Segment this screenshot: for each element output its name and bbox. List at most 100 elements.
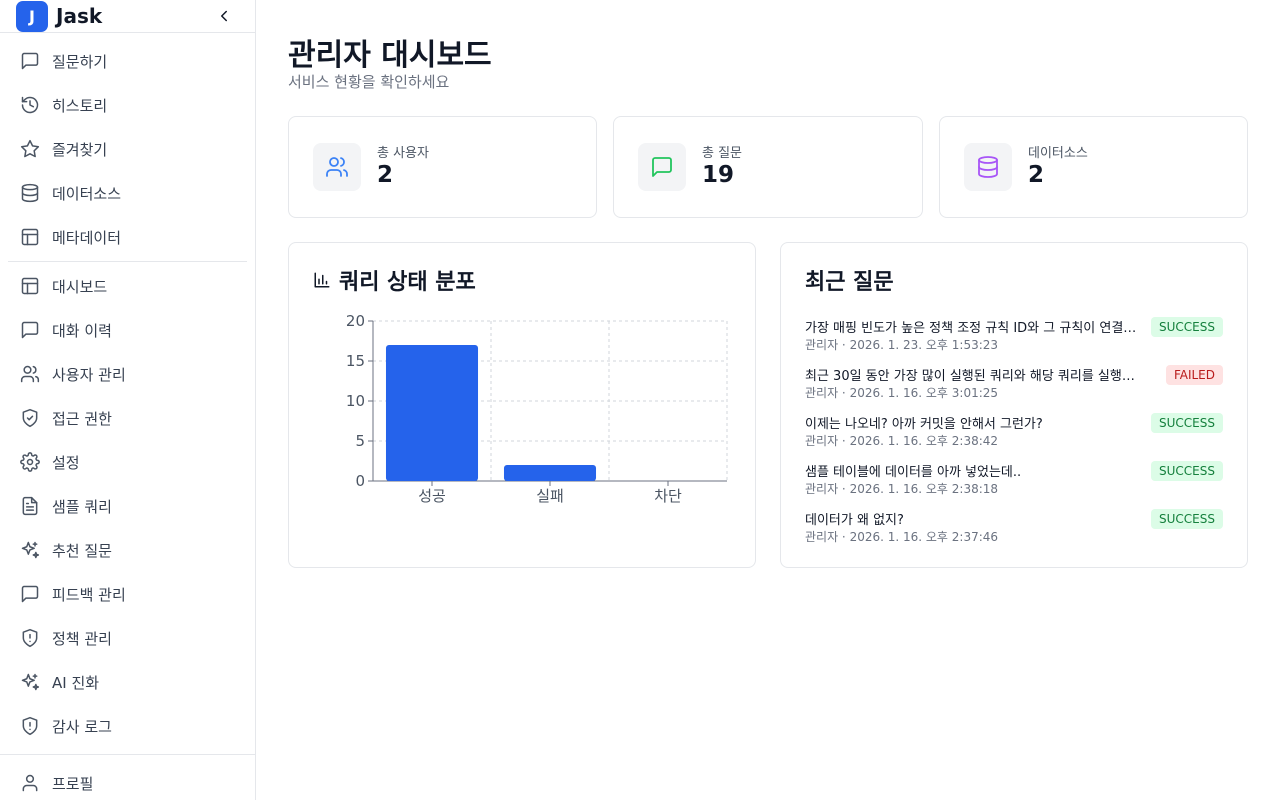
query-status-panel: 쿼리 상태 분포 0 5 10 15 20 성공 실패 차단 — [288, 242, 756, 568]
page-subtitle: 서비스 현황을 확인하세요 — [288, 73, 450, 91]
database-icon — [978, 156, 998, 178]
status-badge: SUCCESS — [1151, 317, 1223, 337]
question-meta: 관리자 · 2026. 1. 16. 오후 3:01:25 — [805, 386, 999, 400]
history-icon — [21, 96, 39, 114]
sparkles-icon — [21, 673, 40, 691]
question-text: 이제는 나오네? 아까 커밋을 안해서 그런가? — [805, 417, 1043, 432]
status-badge: SUCCESS — [1151, 461, 1223, 481]
recent-question-item[interactable]: 가장 매핑 빈도가 높은 정책 조정 규칙 ID와 그 규칙이 연결된 데이터를… — [805, 317, 1223, 357]
bar-chart-icon — [314, 272, 330, 288]
recent-question-item[interactable]: 이제는 나오네? 아까 커밋을 안해서 그런가? 관리자 · 2026. 1. 1… — [805, 413, 1223, 453]
panel-title-text: 쿼리 상태 분포 — [339, 270, 476, 295]
sidebar-item-1-layout[interactable]: 대시보드 — [8, 266, 246, 306]
file-text-icon — [22, 496, 38, 516]
sidebar-divider — [8, 261, 247, 262]
sidebar-item-profile[interactable]: 프로필 — [8, 763, 246, 800]
stat-icon-box — [964, 143, 1012, 191]
sidebar-item-label: 추천 질문 — [52, 541, 112, 560]
app-logo[interactable]: J — [16, 1, 48, 32]
status-badge: SUCCESS — [1151, 413, 1223, 433]
stat-value: 2 — [377, 162, 394, 188]
y-tick-label: 5 — [355, 432, 365, 450]
x-tick-label: 성공 — [418, 487, 446, 505]
y-tick-label: 0 — [355, 472, 365, 490]
stat-card-questions: 총 질문 19 — [613, 116, 923, 218]
database-icon — [21, 183, 39, 203]
recent-questions-panel: 최근 질문 가장 매핑 빈도가 높은 정책 조정 규칙 ID와 그 규칙이 연결… — [780, 242, 1248, 568]
sidebar-item-label: 데이터소스 — [52, 184, 122, 203]
question-meta: 관리자 · 2026. 1. 16. 오후 2:38:42 — [805, 434, 999, 448]
sidebar-item-label: 샘플 쿼리 — [52, 497, 112, 516]
query-status-chart: 0 5 10 15 20 성공 실패 차단 — [346, 312, 728, 505]
status-badge: FAILED — [1165, 365, 1223, 385]
shield-alert-icon — [22, 628, 38, 648]
y-tick-label: 20 — [346, 312, 365, 330]
sidebar-item-9-shield-alert[interactable]: 정책 관리 — [8, 618, 246, 658]
sidebar-item-label: 정책 관리 — [52, 629, 112, 648]
sidebar-item-5-layout[interactable]: 메타데이터 — [8, 217, 246, 257]
page-title: 관리자 대시보드 — [288, 38, 492, 73]
message-square-icon — [21, 585, 39, 603]
stat-value: 2 — [1028, 162, 1045, 188]
sidebar-item-label: 사용자 관리 — [52, 365, 126, 384]
x-tick-label: 차단 — [654, 487, 682, 505]
sidebar-item-6-file-text[interactable]: 샘플 쿼리 — [8, 486, 246, 526]
question-text: 최근 30일 동안 가장 많이 실행된 쿼리와 해당 쿼리를 실행한 사용자를 … — [805, 369, 1143, 384]
sidebar-item-label: 메타데이터 — [52, 228, 122, 247]
question-meta: 관리자 · 2026. 1. 16. 오후 2:37:46 — [805, 530, 999, 544]
bar-1 — [385, 345, 479, 481]
stat-value: 19 — [702, 162, 735, 188]
sidebar-item-3-star[interactable]: 즐겨찾기 — [8, 129, 246, 169]
x-tick-label: 실패 — [536, 487, 564, 505]
sidebar-item-5-gear[interactable]: 설정 — [8, 442, 246, 482]
sidebar-item-1-message-square[interactable]: 질문하기 — [8, 41, 246, 81]
sidebar-item-label: 접근 권한 — [52, 409, 112, 428]
message-square-icon — [21, 321, 39, 339]
y-tick-label: 10 — [346, 392, 365, 410]
user-icon — [22, 774, 38, 792]
app-name: Jask — [56, 4, 103, 28]
sidebar-item-4-database[interactable]: 데이터소스 — [8, 173, 246, 213]
sidebar-item-label: 대시보드 — [52, 277, 108, 296]
panel-title: 최근 질문 — [805, 270, 894, 295]
shield-check-icon — [22, 408, 38, 428]
sidebar-item-3-users[interactable]: 사용자 관리 — [8, 354, 246, 394]
recent-question-item[interactable]: 데이터가 왜 없지? 관리자 · 2026. 1. 16. 오후 2:37:46 S… — [805, 509, 1223, 549]
sidebar-item-11-shield-alert[interactable]: 감사 로그 — [8, 706, 246, 746]
sidebar-item-label: 대화 이력 — [52, 321, 112, 340]
question-text: 데이터가 왜 없지? — [805, 513, 904, 528]
sidebar-item-4-shield-check[interactable]: 접근 권한 — [8, 398, 246, 438]
users-icon — [20, 365, 40, 383]
recent-question-item[interactable]: 최근 30일 동안 가장 많이 실행된 쿼리와 해당 쿼리를 실행한 사용자를 … — [805, 365, 1223, 405]
question-text: 샘플 테이블에 데이터를 아까 넣었는데.. — [805, 465, 1022, 480]
sidebar-item-2-history[interactable]: 히스토리 — [8, 85, 246, 125]
stat-label: 총 사용자 — [377, 146, 429, 161]
sidebar-item-7-sparkles[interactable]: 추천 질문 — [8, 530, 246, 570]
y-tick-label: 15 — [346, 352, 365, 370]
stat-card-datasources: 데이터소스 2 — [939, 116, 1248, 218]
main-content: 관리자 대시보드 서비스 현황을 확인하세요 총 사용자 2 총 질문 19 데… — [256, 0, 1280, 800]
star-icon — [20, 139, 40, 158]
collapse-sidebar-button[interactable] — [214, 6, 234, 26]
sidebar-item-label: 피드백 관리 — [52, 585, 126, 604]
sidebar-item-2-message-square[interactable]: 대화 이력 — [8, 310, 246, 350]
panel-title: 쿼리 상태 분포 — [313, 264, 476, 296]
chevron-left-icon — [221, 10, 227, 22]
gear-icon — [20, 452, 40, 472]
stat-label: 총 질문 — [702, 146, 743, 161]
status-badge: SUCCESS — [1151, 509, 1223, 529]
layout-icon — [21, 277, 39, 295]
sidebar-item-label: 질문하기 — [52, 52, 108, 71]
sidebar-item-label: 설정 — [52, 453, 80, 472]
sidebar: J Jask 질문하기히스토리즐겨찾기데이터소스메타데이터 대시보드대화 이력사… — [0, 0, 256, 800]
message-square-icon — [21, 52, 39, 70]
sidebar-item-label: 즐겨찾기 — [52, 140, 108, 159]
stat-icon-box — [313, 143, 361, 191]
sidebar-item-10-sparkles[interactable]: AI 진화 — [8, 662, 246, 702]
recent-question-item[interactable]: 샘플 테이블에 데이터를 아까 넣었는데.. 관리자 · 2026. 1. 16.… — [805, 461, 1223, 501]
question-text: 가장 매핑 빈도가 높은 정책 조정 규칙 ID와 그 규칙이 연결된 데이터를… — [805, 321, 1143, 336]
sidebar-item-label: AI 진화 — [52, 673, 100, 692]
sidebar-item-8-message-square[interactable]: 피드백 관리 — [8, 574, 246, 614]
users-icon — [326, 157, 348, 177]
sidebar-item-label: 감사 로그 — [52, 717, 112, 736]
